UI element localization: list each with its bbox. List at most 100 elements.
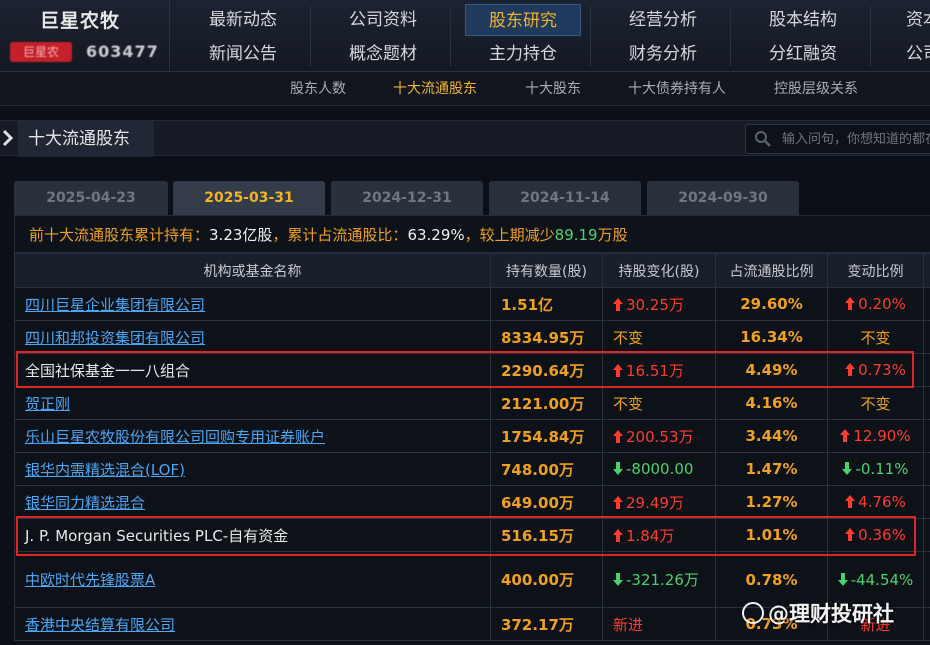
nav-equity-structure[interactable]: 股本结构 bbox=[748, 4, 858, 36]
nav-latest-news[interactable]: 最新动态 bbox=[188, 4, 298, 36]
cell-holding: 400.00万 bbox=[490, 551, 603, 608]
cell-extra bbox=[923, 386, 930, 420]
cell-name: 乐山巨星农牧股份有限公司回购专用证券账户 bbox=[14, 419, 491, 453]
cell-float-ratio: 1.27% bbox=[715, 485, 828, 519]
summary-float-ratio: 63.29% bbox=[407, 226, 465, 244]
cell-extra bbox=[923, 607, 930, 641]
summary-label: ，累计占流通股比： bbox=[272, 226, 408, 244]
holder-name-link[interactable]: 乐山巨星农牧股份有限公司回购专用证券账户 bbox=[25, 428, 325, 446]
cell-change: 新进 bbox=[602, 607, 716, 641]
cell-change: 不变 bbox=[602, 320, 716, 354]
change-value: 不变 bbox=[613, 328, 644, 347]
nav-divider bbox=[310, 6, 311, 66]
cell-holding: 649.00万 bbox=[490, 485, 603, 519]
cell-name: 贺正刚 bbox=[14, 386, 491, 420]
change-value: 30.25万 bbox=[626, 295, 684, 314]
watermark-text: @理财投研社 bbox=[768, 602, 894, 626]
table-row: 银华同力精选混合 649.00万 29.49万 1.27% 4.76% bbox=[14, 485, 930, 519]
top-header: 巨星农牧 巨星农 603477 最新动态 公司资料 股东研究 经营分析 股本结构… bbox=[0, 0, 930, 72]
cell-extra bbox=[923, 485, 930, 519]
change-ratio-value: 4.76% bbox=[858, 493, 906, 511]
change-ratio-value: -0.11% bbox=[855, 460, 909, 478]
summary-bar: 前十大流通股东累计持有：3.23亿股，累计占流通股比：63.29%，较上期减少8… bbox=[14, 215, 930, 253]
highlight-box bbox=[16, 516, 916, 556]
nav-operations[interactable]: 经营分析 bbox=[608, 4, 718, 36]
arrow-down-icon bbox=[842, 460, 855, 478]
change-ratio-value: -44.54% bbox=[850, 570, 914, 589]
arrow-down-icon bbox=[613, 571, 626, 589]
cell-change-ratio: 不变 bbox=[827, 320, 924, 354]
cell-change: 30.25万 bbox=[602, 287, 716, 321]
cell-holding: 1754.84万 bbox=[490, 419, 603, 453]
nav-company-profile[interactable]: 公司资料 bbox=[328, 4, 438, 36]
cell-change-ratio: 0.20% bbox=[827, 287, 924, 321]
tab-date-3[interactable]: 2024-12-31 bbox=[331, 181, 483, 215]
nav-divider bbox=[450, 6, 451, 66]
nav-company-events[interactable]: 公司大事 bbox=[888, 38, 930, 70]
holder-name-link[interactable]: 香港中央结算有限公司 bbox=[25, 616, 175, 634]
subnav-shareholder-count[interactable]: 股东人数 bbox=[290, 72, 346, 106]
table-body: 四川巨星企业集团有限公司 1.51亿 30.25万 29.60% 0.20% 四川和邦投资… bbox=[14, 287, 930, 641]
tab-date-5[interactable]: 2024-09-30 bbox=[647, 181, 799, 215]
col-header-extra bbox=[923, 253, 930, 288]
search-input[interactable] bbox=[782, 129, 930, 149]
summary-label: 万股 bbox=[597, 226, 628, 244]
change-value: 不变 bbox=[613, 394, 644, 413]
main-nav: 最新动态 公司资料 股东研究 经营分析 股本结构 资本运作 新闻公告 概念题材 … bbox=[170, 0, 930, 72]
holder-name-link[interactable]: 银华内需精选混合(LOF) bbox=[25, 461, 185, 479]
tab-date-1[interactable]: 2025-04-23 bbox=[14, 181, 168, 215]
tab-date-2[interactable]: 2025-03-31 bbox=[173, 181, 325, 216]
change-ratio-value: 不变 bbox=[860, 394, 891, 413]
change-ratio-value: 12.90% bbox=[853, 427, 911, 445]
cell-name: 银华内需精选混合(LOF) bbox=[14, 452, 491, 486]
cell-extra bbox=[923, 419, 930, 453]
cell-holding: 1.51亿 bbox=[490, 287, 603, 321]
holders-table: 机构或基金名称 持有数量(股) 持股变化(股) 占流通股比例 变动比例 四川巨星… bbox=[14, 253, 930, 641]
nav-dividends[interactable]: 分红融资 bbox=[748, 38, 858, 70]
watermark-logo-icon bbox=[742, 602, 764, 624]
cell-name: 四川和邦投资集团有限公司 bbox=[14, 320, 491, 354]
table-row: 银华内需精选混合(LOF) 748.00万 -8000.00 1.47% -0.11% bbox=[14, 452, 930, 486]
cell-holding: 748.00万 bbox=[490, 452, 603, 486]
nav-concepts[interactable]: 概念题材 bbox=[328, 38, 438, 70]
summary-decrease-value: 89.19 bbox=[554, 226, 598, 244]
summary-label: 前十大流通股东累计持有： bbox=[29, 226, 210, 244]
stock-tag-badge: 巨星农 bbox=[10, 42, 72, 62]
holder-name-link[interactable]: 中欧时代先锋股票A bbox=[25, 571, 155, 589]
arrow-up-icon bbox=[845, 295, 858, 313]
cell-change-ratio: 4.76% bbox=[827, 485, 924, 519]
search-box[interactable] bbox=[745, 124, 930, 154]
nav-main-holdings[interactable]: 主力持仓 bbox=[468, 38, 578, 70]
col-header-change: 持股变化(股) bbox=[602, 253, 716, 288]
table-row: 乐山巨星农牧股份有限公司回购专用证券账户 1754.84万 200.53万 3.44%… bbox=[14, 419, 930, 453]
nav-announcements[interactable]: 新闻公告 bbox=[188, 38, 298, 70]
nav-divider bbox=[590, 6, 591, 66]
tab-date-4[interactable]: 2024-11-14 bbox=[489, 181, 641, 215]
nav-capital-ops[interactable]: 资本运作 bbox=[888, 4, 930, 36]
subnav-top10-bond-holders[interactable]: 十大债券持有人 bbox=[628, 72, 726, 106]
change-value: 新进 bbox=[613, 615, 644, 634]
subnav-top10-holders[interactable]: 十大股东 bbox=[525, 72, 581, 106]
highlight-box bbox=[16, 351, 914, 388]
cell-change: 200.53万 bbox=[602, 419, 716, 453]
nav-financial-analysis[interactable]: 财务分析 bbox=[608, 38, 718, 70]
arrow-up-icon bbox=[845, 493, 858, 511]
holder-name-link[interactable]: 四川巨星企业集团有限公司 bbox=[25, 296, 205, 314]
col-header-holding: 持有数量(股) bbox=[490, 253, 603, 288]
holder-name-link[interactable]: 银华同力精选混合 bbox=[25, 494, 145, 512]
cell-change: -8000.00 bbox=[602, 452, 716, 486]
col-header-float-ratio: 占流通股比例 bbox=[715, 253, 828, 288]
holder-name-link[interactable]: 贺正刚 bbox=[25, 395, 70, 413]
subnav-holding-hierarchy[interactable]: 控股层级关系 bbox=[774, 72, 858, 106]
section-header: 十大流通股东 bbox=[0, 120, 930, 157]
section-title: 十大流通股东 bbox=[18, 121, 154, 157]
cell-holding: 8334.95万 bbox=[490, 320, 603, 354]
cell-change: -321.26万 bbox=[602, 551, 716, 608]
stock-code: 603477 bbox=[86, 42, 159, 61]
cell-name: 中欧时代先锋股票A bbox=[14, 551, 491, 608]
subnav-top10-float-holders[interactable]: 十大流通股东 bbox=[393, 72, 477, 106]
cell-float-ratio: 29.60% bbox=[715, 287, 828, 321]
holder-name-link[interactable]: 四川和邦投资集团有限公司 bbox=[25, 329, 205, 347]
summary-text: 前十大流通股东累计持有：3.23亿股，累计占流通股比：63.29%，较上期减少8… bbox=[29, 216, 628, 254]
nav-shareholder-research[interactable]: 股东研究 bbox=[465, 4, 581, 36]
